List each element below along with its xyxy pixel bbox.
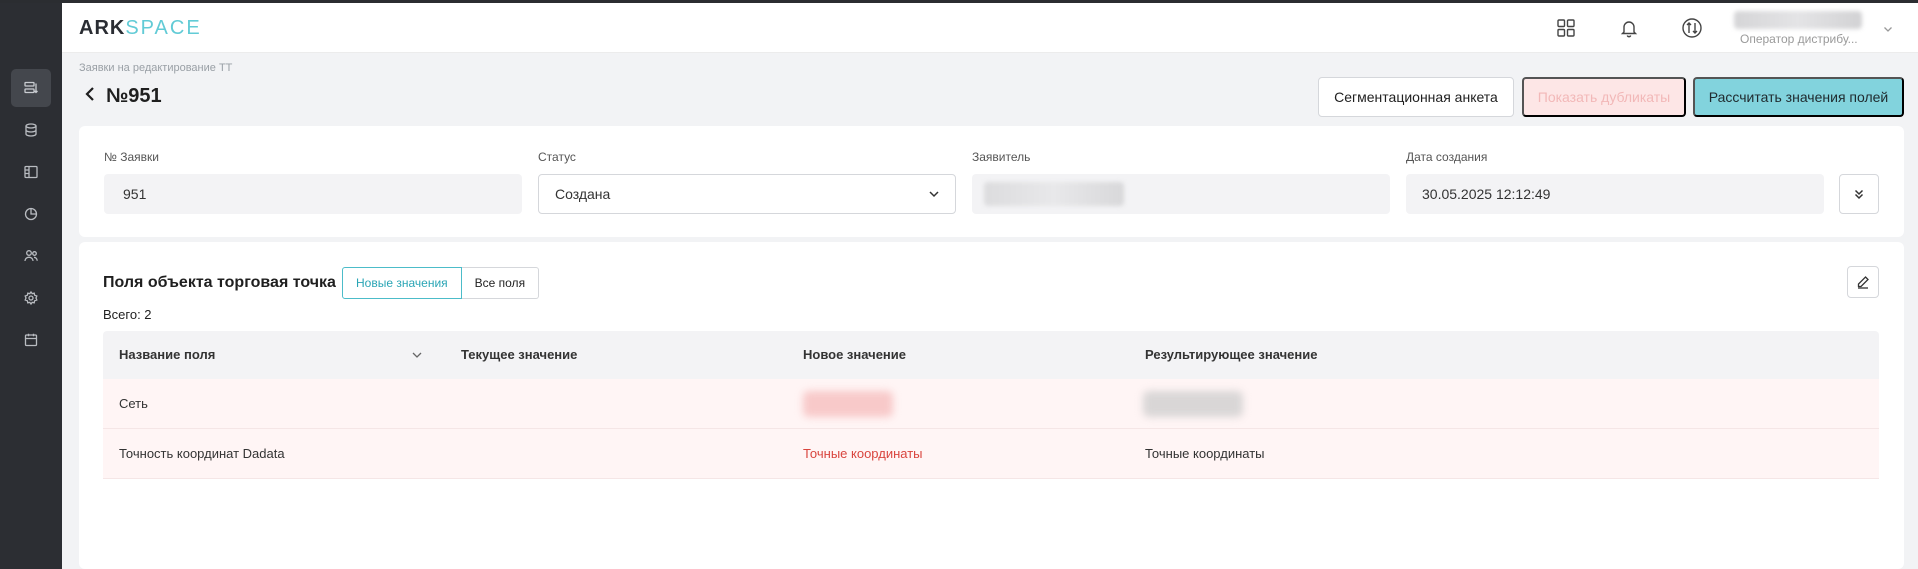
applicant-field — [972, 174, 1390, 214]
result-value-redacted — [1143, 391, 1243, 417]
user-menu[interactable]: Оператор дистрибу... — [1732, 8, 1872, 48]
app-logo[interactable]: ARKSPACE — [79, 17, 202, 40]
table-row[interactable]: Сеть — [103, 379, 1879, 429]
request-info-card: № Заявки 951 Статус Создана Заявитель Да… — [79, 126, 1904, 237]
tab-all-fields[interactable]: Все поля — [461, 267, 540, 299]
column-field-name[interactable]: Название поля — [119, 347, 215, 362]
status-value: Создана — [555, 186, 611, 202]
edit-button[interactable] — [1847, 266, 1879, 298]
show-duplicates-button[interactable]: Показать дубликаты — [1522, 77, 1686, 117]
sort-chevron-icon[interactable] — [410, 348, 424, 367]
request-number-label: № Заявки — [104, 150, 159, 164]
tab-new-values[interactable]: Новые значения — [342, 267, 462, 299]
segmentation-form-button[interactable]: Сегментационная анкета — [1318, 77, 1514, 117]
pencil-icon — [1857, 276, 1869, 289]
calculate-fields-button[interactable]: Рассчитать значения полей — [1693, 77, 1904, 117]
table-row[interactable]: Точность координат Dadata Точные координ… — [103, 429, 1879, 479]
row-field-name: Сеть — [119, 396, 148, 411]
users-icon — [24, 250, 38, 262]
back-arrow-icon[interactable] — [84, 86, 96, 107]
grid-icon — [1557, 19, 1575, 37]
notifications-button[interactable] — [1617, 16, 1641, 40]
applicant-value-redacted — [984, 182, 1124, 206]
created-date-label: Дата создания — [1406, 150, 1488, 164]
row-field-name: Точность координат Dadata — [119, 446, 285, 461]
object-fields-card: Поля объекта торговая точка Новые значен… — [79, 242, 1904, 569]
created-date-value: 30.05.2025 12:12:49 — [1422, 186, 1551, 202]
bell-icon — [1620, 21, 1638, 38]
sidebar-item-database[interactable] — [11, 111, 51, 149]
user-role: Оператор дистрибу... — [1740, 32, 1858, 46]
logo-primary-text: ARK — [79, 17, 126, 39]
sidebar-item-analytics[interactable] — [11, 195, 51, 233]
sidebar — [0, 3, 62, 569]
column-current-value: Текущее значение — [461, 347, 578, 362]
created-date-field: 30.05.2025 12:12:49 — [1406, 174, 1824, 214]
column-result-value: Результирующее значение — [1145, 347, 1318, 362]
section-title: Поля объекта торговая точка — [103, 274, 336, 291]
calendar-icon — [24, 333, 38, 347]
layout-icon — [24, 165, 38, 179]
list-icon — [24, 81, 38, 94]
status-label: Статус — [538, 150, 576, 164]
request-number-field: 951 — [104, 174, 522, 214]
top-header: ARKSPACE Оператор дистрибу... — [62, 3, 1918, 53]
sidebar-item-users[interactable] — [11, 237, 51, 275]
column-new-value: Новое значение — [803, 347, 907, 362]
applicant-label: Заявитель — [972, 150, 1031, 164]
sync-button[interactable] — [1680, 16, 1704, 40]
table-header: Название поля Текущее значение Новое зна… — [103, 331, 1879, 379]
new-value-redacted — [803, 391, 893, 417]
user-menu-chevron-icon[interactable] — [1882, 22, 1894, 40]
row-new-value: Точные координаты — [803, 446, 923, 461]
chevron-down-icon — [929, 191, 939, 198]
request-number-value: 951 — [123, 186, 147, 202]
apps-grid-button[interactable] — [1554, 16, 1578, 40]
view-toggle: Новые значения Все поля — [342, 267, 540, 299]
sync-icon — [1682, 18, 1702, 38]
page-title-row: №951 — [84, 85, 162, 108]
fields-table: Название поля Текущее значение Новое зна… — [103, 331, 1879, 479]
logo-secondary-text: SPACE — [125, 17, 202, 39]
status-select[interactable]: Создана — [538, 174, 956, 214]
expand-details-button[interactable] — [1839, 174, 1879, 214]
sidebar-item-settings[interactable] — [11, 279, 51, 317]
gear-icon — [24, 290, 38, 306]
row-result-value: Точные координаты — [1145, 446, 1265, 461]
chevrons-down-icon — [1854, 189, 1864, 200]
user-name-redacted — [1734, 11, 1862, 29]
page-title: №951 — [106, 85, 162, 107]
total-count: Всего: 2 — [103, 307, 152, 322]
pie-chart-icon — [24, 207, 38, 221]
sidebar-item-layout[interactable] — [11, 153, 51, 191]
database-icon — [25, 123, 37, 137]
sidebar-item-calendar[interactable] — [11, 321, 51, 359]
breadcrumb[interactable]: Заявки на редактирование ТТ — [79, 62, 232, 74]
sidebar-item-requests[interactable] — [11, 69, 51, 107]
